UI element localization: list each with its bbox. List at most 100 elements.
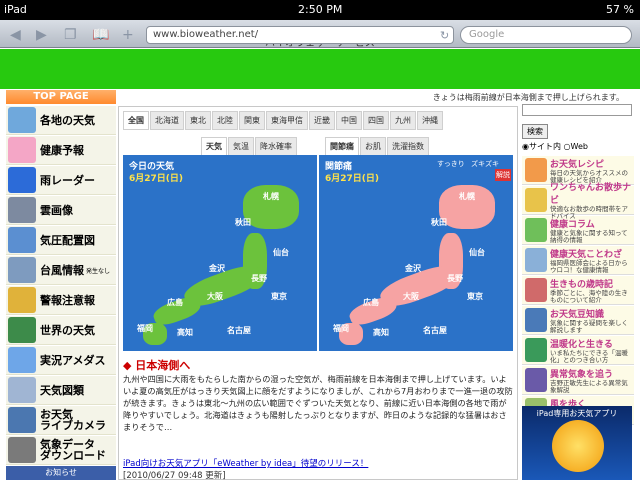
joint-pain-map-date: 6月27日(日): [325, 174, 380, 184]
nav-thumb-icon: [8, 407, 36, 433]
left-nav-item[interactable]: 雨レーダー: [6, 166, 116, 195]
left-nav-label: 気象データ ダウンロード: [40, 438, 106, 462]
tab-right_subtabs-2[interactable]: 洗濯指数: [387, 137, 429, 156]
tab-region_tabs-1[interactable]: 北海道: [150, 111, 184, 130]
tab-region_tabs-0[interactable]: 全国: [123, 111, 149, 130]
region-tabs: 全国 北海道 東北 北陸 関東 東海甲信 近畿 中国 四国 九州 沖縄: [123, 111, 443, 130]
right-link-item[interactable]: 健康天気ことわざ 福岡県医師会による日からウロコ！な健康情報: [522, 246, 634, 275]
tab-region_tabs-6[interactable]: 近畿: [309, 111, 335, 130]
tab-region_tabs-5[interactable]: 東海甲信: [266, 111, 308, 130]
left-nav-item[interactable]: 気圧配置図: [6, 226, 116, 255]
left-nav-label: 台風情報: [40, 263, 84, 277]
bookmarks-icon[interactable]: 📖: [92, 28, 109, 42]
joint-pain-map[interactable]: 関節痛 6月27日(日) すっきり ズキズキ 解説 札幌 秋田 仙台 金沢 長野 広島 大阪…: [319, 155, 513, 351]
status-bar: iPad 2:50 PM 57 %: [0, 0, 640, 20]
radio-web-icon[interactable]: ○: [564, 142, 571, 151]
city-label: 福岡: [333, 324, 349, 333]
right-link-item[interactable]: 異常気象を追う 吉野正敏先生による異常気象解説: [522, 366, 634, 395]
ticker-text: きょうは梅雨前線が日本海側まで押し上げられます。: [432, 93, 624, 102]
right-link-item[interactable]: 生きもの歳時記 季節ごとに、海や陸の生きものについて紹介: [522, 276, 634, 305]
search-button[interactable]: 検索: [522, 124, 548, 139]
city-label: 長野: [447, 274, 463, 283]
tab-right_subtabs-1[interactable]: お肌: [360, 137, 386, 156]
right-link-title: 健康天気ことわざ: [550, 249, 623, 260]
nav-thumb-icon: [8, 167, 36, 193]
city-label: 東京: [467, 292, 483, 301]
news-label[interactable]: お知らせ: [6, 466, 116, 480]
left-nav-item[interactable]: 台風情報 発生なし: [6, 256, 116, 285]
right-link-item[interactable]: ワンちゃんお散歩ナビ 快適なお散歩の時間帯をアドバイス: [522, 183, 634, 220]
tab-right_subtabs-0[interactable]: 関節痛: [325, 137, 359, 156]
nav-thumb-icon: [8, 317, 36, 343]
right-link-sub: 吉野正敏先生による異常気象解説: [550, 378, 628, 394]
city-label: 仙台: [469, 248, 485, 257]
news-link[interactable]: iPad向けお天気アプリ「eWeather by idea」待望のリリース！: [123, 457, 368, 469]
radio-site-label: サイト内: [528, 142, 561, 151]
reload-icon[interactable]: ↻: [440, 29, 449, 43]
left-nav-label: 警報注意報: [40, 293, 95, 307]
tab-left_subtabs-0[interactable]: 天気: [201, 137, 227, 156]
news-title-text: 日本海側へ: [135, 359, 191, 372]
ipad-app-banner[interactable]: iPad専用お天気アプリ: [522, 406, 632, 480]
left-nav-label: 雲画像: [40, 203, 73, 217]
left-nav-item[interactable]: 健康予報: [6, 136, 116, 165]
left-nav-item[interactable]: 各地の天気: [6, 106, 116, 135]
tab-region_tabs-7[interactable]: 中国: [336, 111, 362, 130]
weather-subtabs: 天気 気温 降水確率: [201, 137, 297, 156]
google-search-field[interactable]: Google: [460, 26, 632, 44]
right-link-title: ワンちゃんお散歩ナビ: [550, 183, 632, 206]
left-nav-item[interactable]: 世界の天気: [6, 316, 116, 345]
radio-site-icon[interactable]: ◉: [522, 142, 529, 151]
city-label: 名古屋: [227, 326, 251, 335]
city-label: 大阪: [403, 292, 419, 301]
city-label: 大阪: [207, 292, 223, 301]
pages-icon[interactable]: ❐: [64, 28, 77, 42]
right-link-title: 健康コラム: [550, 219, 595, 230]
news-title: ◆ 日本海側へ: [123, 357, 190, 373]
tab-region_tabs-4[interactable]: 関東: [239, 111, 265, 130]
left-nav-label: お天気 ライブカメラ: [40, 408, 106, 432]
city-label: 札幌: [459, 192, 475, 201]
left-nav-item[interactable]: 天気図類: [6, 376, 116, 405]
tab-region_tabs-8[interactable]: 四国: [363, 111, 389, 130]
legend-right-label: ズキズキ: [471, 160, 499, 168]
left-nav-item[interactable]: 実況アメダス: [6, 346, 116, 375]
tab-left_subtabs-1[interactable]: 気温: [228, 137, 254, 156]
tab-region_tabs-2[interactable]: 東北: [185, 111, 211, 130]
explanation-button[interactable]: 解説: [495, 169, 511, 181]
city-label: 福岡: [137, 324, 153, 333]
right-column: 検索 ◉サイト内 ○Web お天気レシピ 毎日の天気からオススメの健康レシピを紹介…: [522, 104, 634, 426]
city-label: 金沢: [405, 264, 421, 273]
header-banner: [0, 49, 640, 89]
tab-region_tabs-9[interactable]: 九州: [390, 111, 416, 130]
city-label: 札幌: [263, 192, 279, 201]
city-label: 名古屋: [423, 326, 447, 335]
link-thumb-icon: [525, 308, 547, 332]
left-nav-item[interactable]: 気象データ ダウンロード: [6, 436, 116, 465]
site-search-input[interactable]: [522, 104, 632, 116]
tab-region_tabs-10[interactable]: 沖縄: [417, 111, 443, 130]
left-nav-item[interactable]: 雲画像: [6, 196, 116, 225]
right-link-item[interactable]: 健康コラム 健康と気象に関する知って納得の情報: [522, 216, 634, 245]
forward-icon[interactable]: ▶: [36, 28, 47, 42]
back-icon[interactable]: ◀: [10, 28, 21, 42]
tab-left_subtabs-2[interactable]: 降水確率: [255, 137, 297, 156]
right-link-title: お天気レシピ: [550, 159, 605, 170]
city-label: 高知: [177, 328, 193, 337]
weather-map[interactable]: 今日の天気 6月27日(日) 札幌 秋田 仙台 金沢 長野 広島 大阪 東京 福岡 高知 名古屋: [123, 155, 317, 351]
ipad-app-label: iPad専用お天気アプリ: [536, 409, 618, 418]
nav-thumb-icon: [8, 257, 36, 283]
nav-thumb-icon: [8, 347, 36, 373]
right-link-item[interactable]: 温暖化と生きる いま私たちにできる「温暖化」とのつき合い方: [522, 336, 634, 365]
left-nav-label: 各地の天気: [40, 113, 95, 127]
left-nav-item[interactable]: 警報注意報: [6, 286, 116, 315]
search-scope: ◉サイト内 ○Web: [522, 141, 634, 152]
city-label: 広島: [363, 298, 379, 307]
left-nav-item[interactable]: お天気 ライブカメラ: [6, 406, 116, 435]
add-icon[interactable]: +: [122, 28, 134, 42]
right-link-item[interactable]: お天気豆知識 気象に関する疑問を楽しく解説します: [522, 306, 634, 335]
top-page-button[interactable]: TOP PAGE: [6, 90, 116, 104]
url-field[interactable]: www.bioweather.net/: [146, 26, 454, 44]
tab-region_tabs-3[interactable]: 北陸: [212, 111, 238, 130]
radio-web-label: Web: [570, 142, 588, 151]
